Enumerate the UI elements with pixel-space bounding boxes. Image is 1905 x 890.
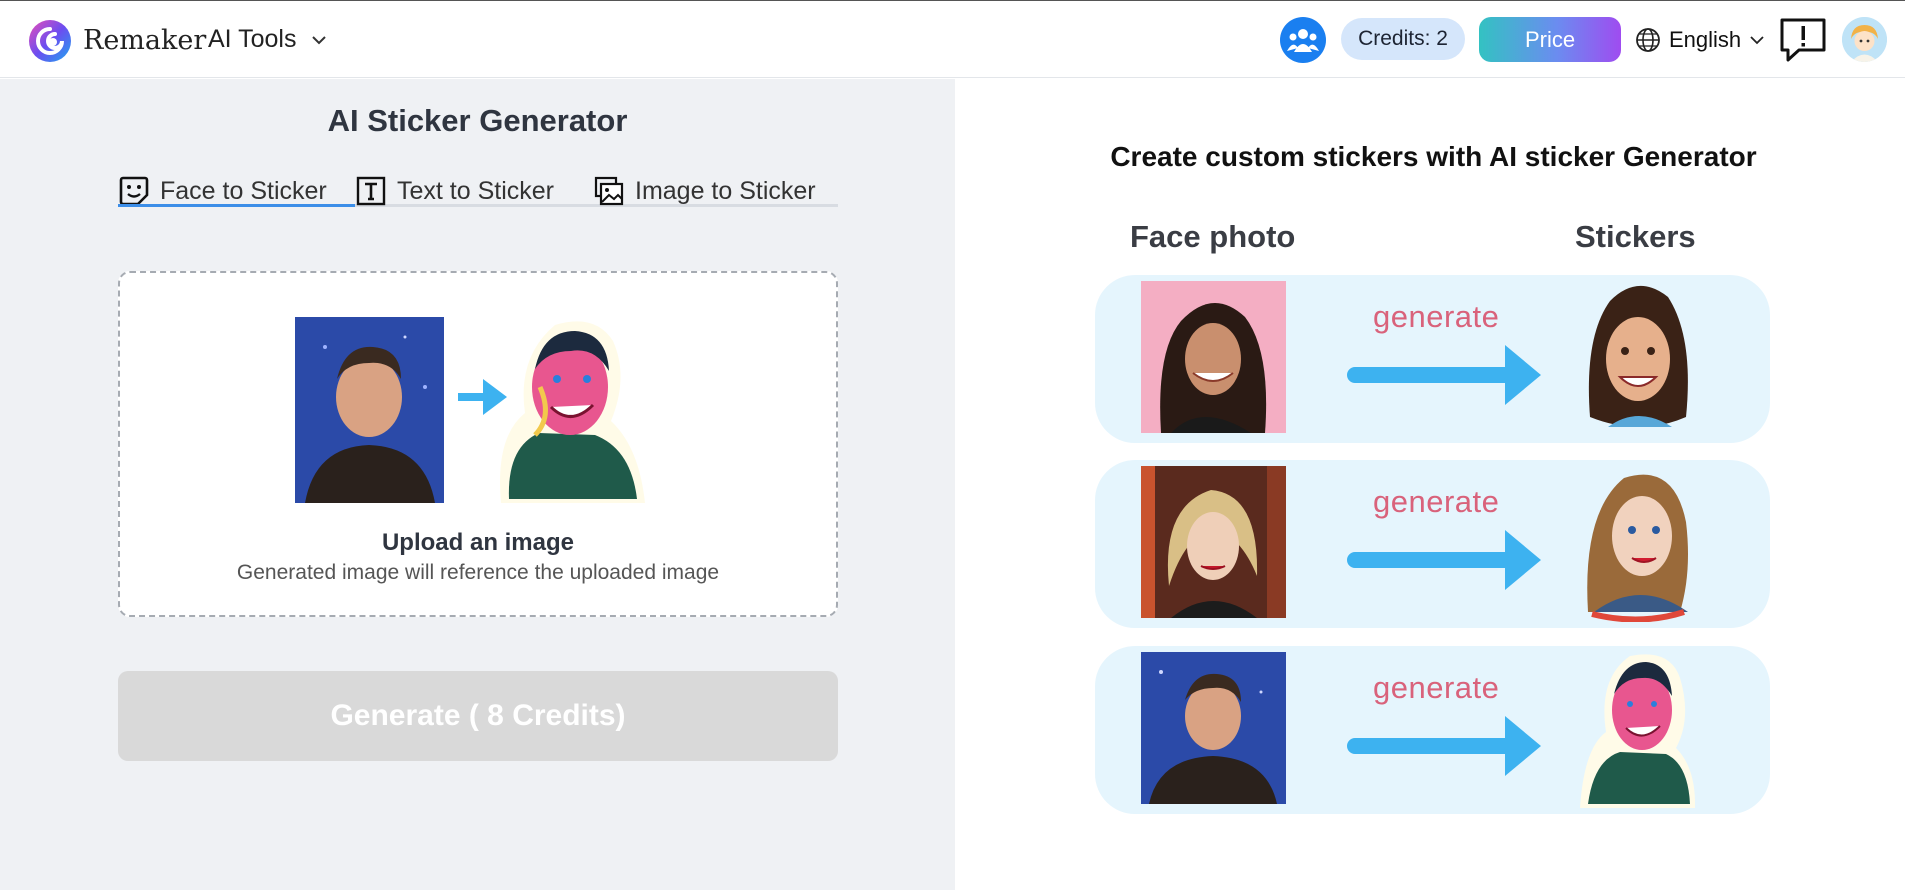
tab-text-to-sticker[interactable]: Text to Sticker bbox=[355, 175, 554, 207]
upload-preview-illustration bbox=[295, 317, 645, 503]
remaker-logo-icon[interactable] bbox=[28, 19, 72, 63]
image-upload-dropzone[interactable]: Upload an image Generated image will ref… bbox=[118, 271, 838, 617]
globe-icon bbox=[1636, 28, 1660, 52]
tab-face-to-sticker[interactable]: Face to Sticker bbox=[118, 175, 327, 207]
active-tab-indicator bbox=[118, 204, 355, 207]
top-header: Remaker AI Tools Credits: 2 Price Englis… bbox=[0, 0, 1905, 78]
face-photo bbox=[1141, 652, 1286, 804]
generate-button[interactable]: Generate ( 8 Credits) bbox=[118, 671, 838, 761]
credits-badge[interactable]: Credits: 2 bbox=[1341, 18, 1465, 60]
user-avatar[interactable] bbox=[1842, 17, 1887, 62]
sticker-image bbox=[1587, 474, 1688, 622]
avatar-icon bbox=[1842, 17, 1887, 62]
feedback-icon[interactable] bbox=[1779, 17, 1827, 63]
face-photo bbox=[1141, 281, 1286, 433]
generator-panel: AI Sticker Generator Face to Sticker Tex… bbox=[0, 79, 955, 890]
upload-title: Upload an image bbox=[381, 529, 575, 556]
chevron-down-icon bbox=[312, 35, 327, 44]
chevron-down-icon bbox=[1750, 36, 1764, 45]
community-icon[interactable] bbox=[1280, 17, 1326, 63]
face-photo bbox=[1141, 466, 1286, 618]
ai-tools-label: AI Tools bbox=[208, 25, 297, 53]
showcase-title: Create custom stickers with AI sticker G… bbox=[1110, 141, 1757, 172]
example-row: generate bbox=[1095, 646, 1770, 814]
face-sticker-icon bbox=[119, 176, 149, 206]
sticker-image bbox=[1580, 654, 1695, 808]
brand-name[interactable]: Remaker bbox=[83, 25, 206, 56]
example-row: generate bbox=[1095, 275, 1770, 443]
face-photo-heading: Face photo bbox=[1130, 219, 1296, 254]
arrow-right-icon bbox=[1347, 530, 1541, 590]
text-box-icon bbox=[356, 176, 386, 206]
arrow-right-icon bbox=[1347, 716, 1541, 776]
tab-label: Text to Sticker bbox=[397, 176, 554, 205]
generate-label: generate bbox=[1373, 670, 1500, 705]
language-selector[interactable]: English bbox=[1635, 27, 1765, 53]
page-title: AI Sticker Generator bbox=[327, 103, 628, 138]
sticker-image bbox=[1588, 285, 1688, 427]
generate-label: generate bbox=[1373, 484, 1500, 519]
showcase-panel: Create custom stickers with AI sticker G… bbox=[955, 79, 1905, 890]
example-row: generate bbox=[1095, 460, 1770, 628]
tab-label: Face to Sticker bbox=[160, 176, 327, 205]
generate-label: generate bbox=[1373, 299, 1500, 334]
upload-subtitle: Generated image will reference the uploa… bbox=[236, 561, 720, 584]
arrow-right-icon bbox=[1347, 345, 1541, 405]
people-icon bbox=[1287, 29, 1319, 52]
tab-label: Image to Sticker bbox=[635, 176, 816, 205]
language-label: English bbox=[1669, 27, 1742, 52]
price-button[interactable]: Price bbox=[1479, 17, 1621, 62]
stickers-heading: Stickers bbox=[1575, 219, 1696, 254]
ai-tools-menu[interactable]: AI Tools bbox=[208, 25, 328, 54]
mode-tabs: Face to Sticker Text to Sticker Image to… bbox=[118, 177, 838, 207]
tab-image-to-sticker[interactable]: Image to Sticker bbox=[593, 175, 816, 207]
image-stack-icon bbox=[594, 176, 624, 206]
